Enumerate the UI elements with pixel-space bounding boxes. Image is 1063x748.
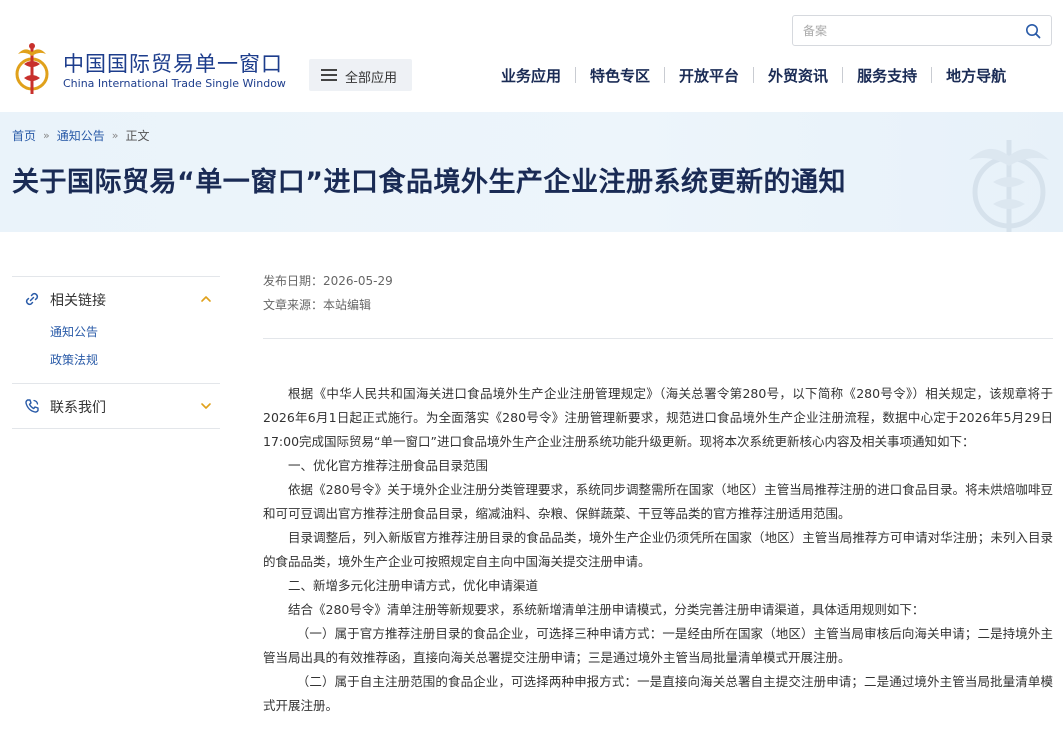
nav-item-trade-news[interactable]: 外贸资讯 xyxy=(754,65,842,86)
page-title: 关于国际贸易“单一窗口”进口食品境外生产企业注册系统更新的通知 xyxy=(12,167,846,198)
publish-date: 发布日期：2026-05-29 xyxy=(263,274,393,288)
breadcrumb-section[interactable]: 通知公告 xyxy=(57,127,105,144)
article-paragraph: （二）属于自主注册范围的食品企业，可选择两种申报方式：一是直接向海关总署自主提交… xyxy=(263,674,1053,713)
customs-emblem-watermark-icon xyxy=(969,140,1049,232)
title-banner: 首页 » 通知公告 » 正文 关于国际贸易“单一窗口”进口食品境外生产企业注册系… xyxy=(0,112,1063,232)
sidebar-section-contact: 联系我们 xyxy=(12,383,220,428)
breadcrumb: 首页 » 通知公告 » 正文 xyxy=(12,127,150,144)
nav-item-open-platform[interactable]: 开放平台 xyxy=(665,65,753,86)
sidebar-divider xyxy=(12,428,220,429)
breadcrumb-separator: » xyxy=(111,129,119,142)
link-icon xyxy=(25,292,39,306)
sidebar-title-related-links: 相关链接 xyxy=(50,293,106,309)
hamburger-menu-icon xyxy=(321,69,337,81)
breadcrumb-current: 正文 xyxy=(125,129,150,143)
customs-logo-icon[interactable] xyxy=(12,40,52,96)
nav-item-local-nav[interactable]: 地方导航 xyxy=(932,65,1020,86)
search-icon[interactable] xyxy=(1025,23,1041,39)
article-main: 发布日期：2026-05-29 文章来源：本站编辑 根据《中华人民共和国海关进口… xyxy=(263,272,1053,713)
all-apps-label: 全部应用 xyxy=(345,71,398,86)
article-heading: 一、优化官方推荐注册食品目录范围 xyxy=(288,458,489,473)
sidebar-section-related-links: 相关链接 通知公告 政策法规 xyxy=(12,276,220,383)
nav-item-business-apps[interactable]: 业务应用 xyxy=(487,65,575,86)
article-paragraph: 目录调整后，列入新版官方推荐注册目录的食品品类，境外生产企业仍须凭所在国家（地区… xyxy=(263,530,1053,569)
main-nav: 业务应用 特色专区 开放平台 外贸资讯 服务支持 地方导航 xyxy=(487,64,1020,86)
sidebar: 相关链接 通知公告 政策法规 联系我们 xyxy=(12,276,220,429)
article-paragraph: 依据《280号令》关于境外企业注册分类管理要求，系统同步调整需所在国家（地区）主… xyxy=(263,482,1053,521)
nav-item-service-support[interactable]: 服务支持 xyxy=(843,65,931,86)
sidebar-links: 通知公告 政策法规 xyxy=(12,321,220,383)
logo-title-en[interactable]: China International Trade Single Window xyxy=(63,77,286,90)
meta-divider xyxy=(263,338,1053,339)
search-box xyxy=(792,15,1052,46)
sidebar-header-contact[interactable]: 联系我们 xyxy=(12,384,220,428)
article-paragraph: 根据《中华人民共和国海关进口食品境外生产企业注册管理规定》（海关总署令第280号… xyxy=(263,386,1053,449)
logo-title-cn[interactable]: 中国国际贸易单一窗口 xyxy=(63,48,283,78)
chevron-up-icon xyxy=(201,296,211,302)
chevron-down-icon xyxy=(201,403,211,409)
sidebar-link-notices[interactable]: 通知公告 xyxy=(50,321,220,349)
phone-icon xyxy=(25,399,39,413)
article-heading: 二、新增多元化注册申请方式，优化申请渠道 xyxy=(288,578,539,593)
all-apps-button[interactable]: 全部应用 xyxy=(309,59,412,91)
breadcrumb-home[interactable]: 首页 xyxy=(12,127,36,144)
article-paragraph: 结合《280号令》清单注册等新规要求，系统新增清单注册申请模式，分类完善注册申请… xyxy=(288,602,925,617)
article-body: 根据《中华人民共和国海关进口食品境外生产企业注册管理规定》（海关总署令第280号… xyxy=(263,382,1053,718)
site-header: 中国国际贸易单一窗口 China International Trade Sin… xyxy=(0,0,1063,112)
article-source: 文章来源：本站编辑 xyxy=(263,298,372,312)
breadcrumb-separator: » xyxy=(43,129,50,142)
sidebar-title-contact: 联系我们 xyxy=(50,400,106,416)
sidebar-link-policies[interactable]: 政策法规 xyxy=(50,349,220,377)
article-paragraph: （一）属于官方推荐注册目录的食品企业，可选择三种申请方式：一是经由所在国家（地区… xyxy=(263,626,1053,665)
search-input[interactable] xyxy=(803,21,1013,41)
sidebar-header-related-links[interactable]: 相关链接 xyxy=(12,277,220,321)
nav-item-featured-zone[interactable]: 特色专区 xyxy=(576,65,664,86)
